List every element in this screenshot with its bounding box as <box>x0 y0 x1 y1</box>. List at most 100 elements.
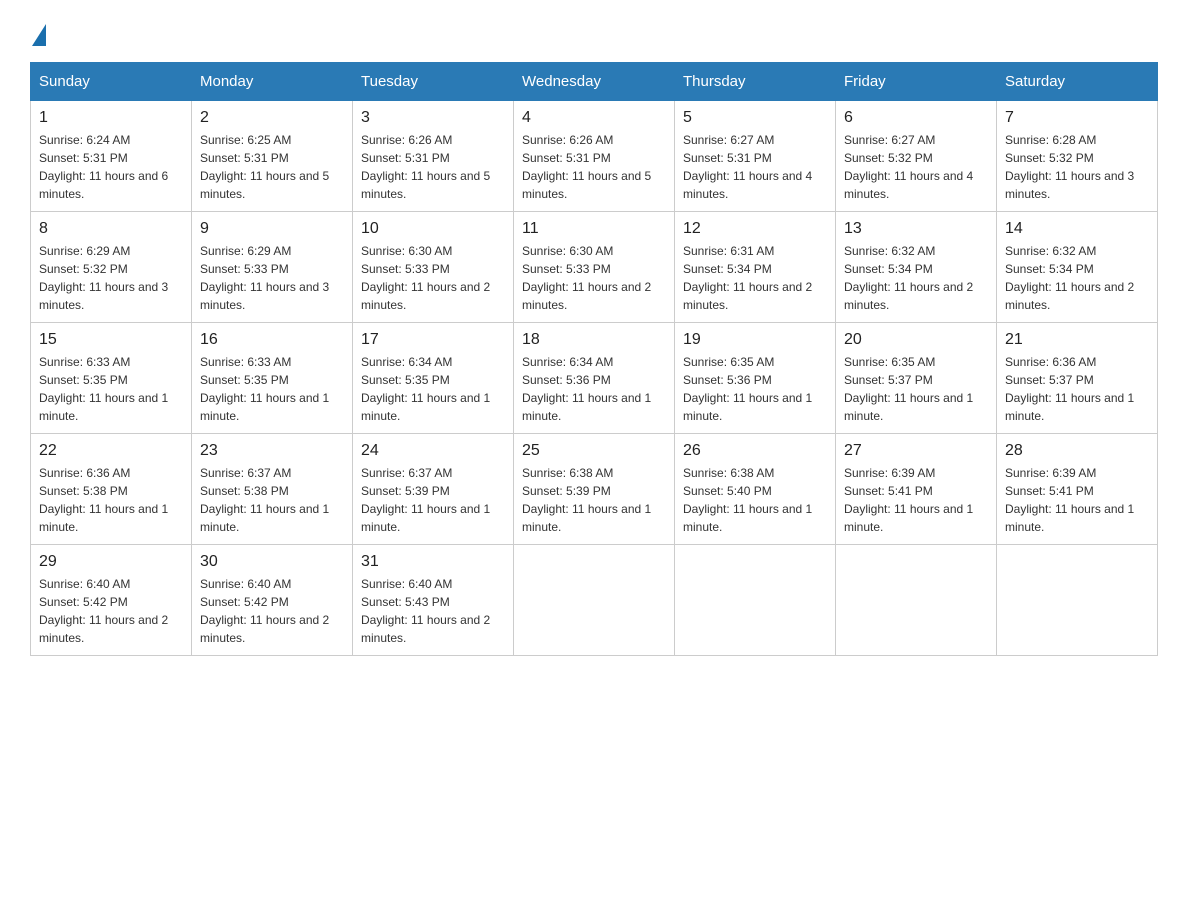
day-number: 12 <box>683 220 827 238</box>
calendar-cell <box>675 545 836 656</box>
day-info: Sunrise: 6:36 AMSunset: 5:37 PMDaylight:… <box>1005 355 1134 423</box>
calendar-cell: 23Sunrise: 6:37 AMSunset: 5:38 PMDayligh… <box>192 434 353 545</box>
calendar-cell: 11Sunrise: 6:30 AMSunset: 5:33 PMDayligh… <box>514 212 675 323</box>
calendar-cell: 29 Sunrise: 6:40 AMSunset: 5:42 PMDayligh… <box>31 545 192 656</box>
column-header-saturday: Saturday <box>997 63 1158 101</box>
day-info: Sunrise: 6:34 AMSunset: 5:36 PMDaylight:… <box>522 355 651 423</box>
calendar-cell: 5 Sunrise: 6:27 AMSunset: 5:31 PMDaylight… <box>675 101 836 212</box>
calendar-week-row: 22 Sunrise: 6:36 AMSunset: 5:38 PMDayligh… <box>31 434 1158 545</box>
day-number: 19 <box>683 331 827 349</box>
calendar-cell: 15 Sunrise: 6:33 AMSunset: 5:35 PMDayligh… <box>31 323 192 434</box>
day-number: 8 <box>39 220 183 238</box>
calendar-cell: 18 Sunrise: 6:34 AMSunset: 5:36 PMDayligh… <box>514 323 675 434</box>
day-number: 3 <box>361 109 505 127</box>
day-number: 22 <box>39 442 183 460</box>
day-info: Sunrise: 6:29 AMSunset: 5:32 PMDaylight:… <box>39 244 168 312</box>
calendar-cell: 7Sunrise: 6:28 AMSunset: 5:32 PMDaylight… <box>997 101 1158 212</box>
day-number: 7 <box>1005 109 1149 127</box>
day-info: Sunrise: 6:33 AMSunset: 5:35 PMDaylight:… <box>200 355 329 423</box>
day-number: 17 <box>361 331 505 349</box>
day-number: 21 <box>1005 331 1149 349</box>
day-number: 5 <box>683 109 827 127</box>
day-info: Sunrise: 6:40 AMSunset: 5:42 PMDaylight:… <box>39 577 168 645</box>
calendar-cell: 28Sunrise: 6:39 AMSunset: 5:41 PMDayligh… <box>997 434 1158 545</box>
calendar-cell: 30Sunrise: 6:40 AMSunset: 5:42 PMDayligh… <box>192 545 353 656</box>
day-info: Sunrise: 6:26 AMSunset: 5:31 PMDaylight:… <box>522 133 651 201</box>
calendar-cell: 22 Sunrise: 6:36 AMSunset: 5:38 PMDayligh… <box>31 434 192 545</box>
column-header-tuesday: Tuesday <box>353 63 514 101</box>
day-info: Sunrise: 6:32 AMSunset: 5:34 PMDaylight:… <box>844 244 973 312</box>
calendar-cell: 20 Sunrise: 6:35 AMSunset: 5:37 PMDayligh… <box>836 323 997 434</box>
day-info: Sunrise: 6:27 AMSunset: 5:31 PMDaylight:… <box>683 133 812 201</box>
calendar-cell: 9 Sunrise: 6:29 AMSunset: 5:33 PMDaylight… <box>192 212 353 323</box>
day-info: Sunrise: 6:37 AMSunset: 5:39 PMDaylight:… <box>361 466 490 534</box>
column-header-monday: Monday <box>192 63 353 101</box>
day-number: 9 <box>200 220 344 238</box>
calendar-cell: 13 Sunrise: 6:32 AMSunset: 5:34 PMDayligh… <box>836 212 997 323</box>
day-number: 4 <box>522 109 666 127</box>
day-number: 1 <box>39 109 183 127</box>
calendar-week-row: 15 Sunrise: 6:33 AMSunset: 5:35 PMDayligh… <box>31 323 1158 434</box>
day-number: 26 <box>683 442 827 460</box>
day-info: Sunrise: 6:39 AMSunset: 5:41 PMDaylight:… <box>844 466 973 534</box>
day-info: Sunrise: 6:32 AMSunset: 5:34 PMDaylight:… <box>1005 244 1134 312</box>
day-number: 27 <box>844 442 988 460</box>
day-number: 25 <box>522 442 666 460</box>
day-number: 31 <box>361 553 505 571</box>
day-info: Sunrise: 6:39 AMSunset: 5:41 PMDaylight:… <box>1005 466 1134 534</box>
column-header-thursday: Thursday <box>675 63 836 101</box>
day-info: Sunrise: 6:40 AMSunset: 5:42 PMDaylight:… <box>200 577 329 645</box>
day-number: 29 <box>39 553 183 571</box>
calendar-cell <box>836 545 997 656</box>
day-info: Sunrise: 6:37 AMSunset: 5:38 PMDaylight:… <box>200 466 329 534</box>
day-info: Sunrise: 6:35 AMSunset: 5:36 PMDaylight:… <box>683 355 812 423</box>
day-info: Sunrise: 6:40 AMSunset: 5:43 PMDaylight:… <box>361 577 490 645</box>
day-number: 2 <box>200 109 344 127</box>
calendar-cell: 26 Sunrise: 6:38 AMSunset: 5:40 PMDayligh… <box>675 434 836 545</box>
calendar-week-row: 1 Sunrise: 6:24 AMSunset: 5:31 PMDaylight… <box>31 101 1158 212</box>
calendar-week-row: 29 Sunrise: 6:40 AMSunset: 5:42 PMDayligh… <box>31 545 1158 656</box>
day-info: Sunrise: 6:33 AMSunset: 5:35 PMDaylight:… <box>39 355 168 423</box>
day-info: Sunrise: 6:38 AMSunset: 5:39 PMDaylight:… <box>522 466 651 534</box>
day-info: Sunrise: 6:24 AMSunset: 5:31 PMDaylight:… <box>39 133 168 201</box>
calendar-cell: 16 Sunrise: 6:33 AMSunset: 5:35 PMDayligh… <box>192 323 353 434</box>
day-info: Sunrise: 6:30 AMSunset: 5:33 PMDaylight:… <box>361 244 490 312</box>
calendar-week-row: 8 Sunrise: 6:29 AMSunset: 5:32 PMDaylight… <box>31 212 1158 323</box>
calendar-cell: 2 Sunrise: 6:25 AMSunset: 5:31 PMDaylight… <box>192 101 353 212</box>
column-header-wednesday: Wednesday <box>514 63 675 101</box>
day-info: Sunrise: 6:34 AMSunset: 5:35 PMDaylight:… <box>361 355 490 423</box>
calendar-cell: 19 Sunrise: 6:35 AMSunset: 5:36 PMDayligh… <box>675 323 836 434</box>
calendar-cell: 27 Sunrise: 6:39 AMSunset: 5:41 PMDayligh… <box>836 434 997 545</box>
calendar-table: SundayMondayTuesdayWednesdayThursdayFrid… <box>30 62 1158 656</box>
calendar-cell: 4 Sunrise: 6:26 AMSunset: 5:31 PMDaylight… <box>514 101 675 212</box>
column-header-friday: Friday <box>836 63 997 101</box>
day-number: 18 <box>522 331 666 349</box>
logo-triangle-icon <box>32 24 46 46</box>
day-info: Sunrise: 6:27 AMSunset: 5:32 PMDaylight:… <box>844 133 973 201</box>
day-info: Sunrise: 6:35 AMSunset: 5:37 PMDaylight:… <box>844 355 973 423</box>
calendar-cell: 24 Sunrise: 6:37 AMSunset: 5:39 PMDayligh… <box>353 434 514 545</box>
day-number: 15 <box>39 331 183 349</box>
calendar-cell: 14 Sunrise: 6:32 AMSunset: 5:34 PMDayligh… <box>997 212 1158 323</box>
day-number: 11 <box>522 220 666 238</box>
day-number: 10 <box>361 220 505 238</box>
calendar-cell: 8 Sunrise: 6:29 AMSunset: 5:32 PMDaylight… <box>31 212 192 323</box>
day-number: 13 <box>844 220 988 238</box>
day-number: 14 <box>1005 220 1149 238</box>
day-info: Sunrise: 6:26 AMSunset: 5:31 PMDaylight:… <box>361 133 490 201</box>
calendar-cell: 3 Sunrise: 6:26 AMSunset: 5:31 PMDaylight… <box>353 101 514 212</box>
calendar-cell <box>997 545 1158 656</box>
calendar-cell: 17 Sunrise: 6:34 AMSunset: 5:35 PMDayligh… <box>353 323 514 434</box>
day-info: Sunrise: 6:38 AMSunset: 5:40 PMDaylight:… <box>683 466 812 534</box>
day-info: Sunrise: 6:29 AMSunset: 5:33 PMDaylight:… <box>200 244 329 312</box>
calendar-header-row: SundayMondayTuesdayWednesdayThursdayFrid… <box>31 63 1158 101</box>
calendar-cell: 25 Sunrise: 6:38 AMSunset: 5:39 PMDayligh… <box>514 434 675 545</box>
day-number: 24 <box>361 442 505 460</box>
day-number: 16 <box>200 331 344 349</box>
day-info: Sunrise: 6:25 AMSunset: 5:31 PMDaylight:… <box>200 133 329 201</box>
calendar-cell <box>514 545 675 656</box>
day-number: 6 <box>844 109 988 127</box>
day-info: Sunrise: 6:36 AMSunset: 5:38 PMDaylight:… <box>39 466 168 534</box>
calendar-cell: 21 Sunrise: 6:36 AMSunset: 5:37 PMDayligh… <box>997 323 1158 434</box>
day-number: 20 <box>844 331 988 349</box>
